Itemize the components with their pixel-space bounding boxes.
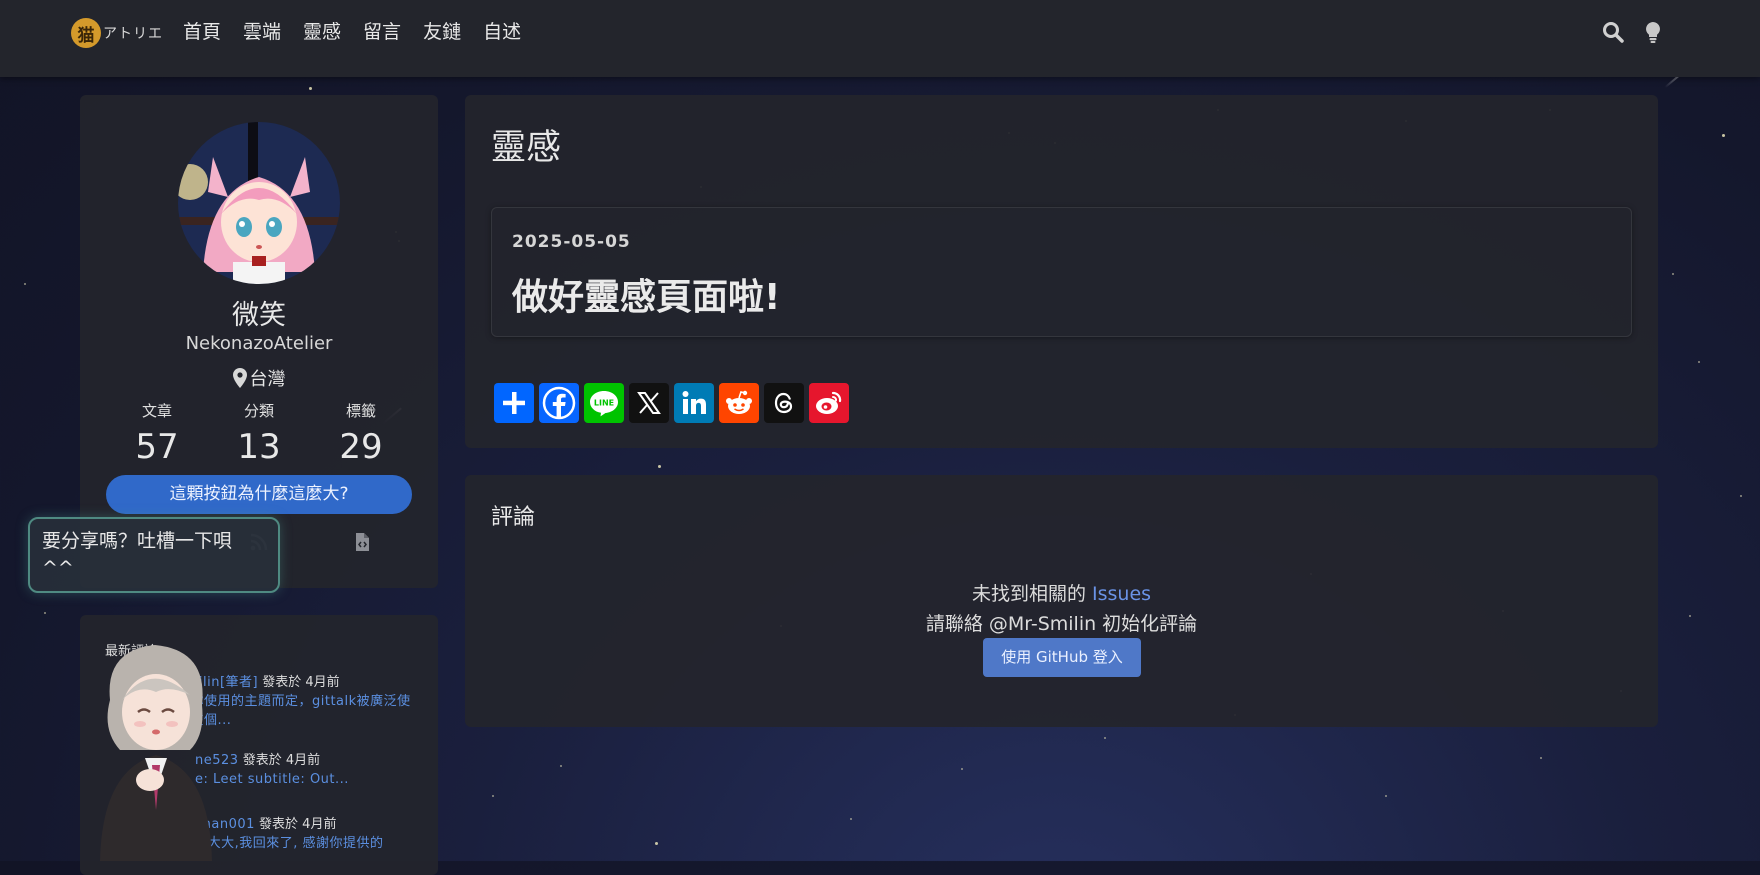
profile-card: 微笑 NekonazoAtelier 台灣 文章 57 分類 13 標籤 29 … xyxy=(80,95,438,588)
no-issues-message: 未找到相關的 Issues xyxy=(465,579,1658,606)
no-issues-text: 未找到相關的 xyxy=(971,583,1092,605)
share-threads-button[interactable] xyxy=(764,383,804,423)
weibo-icon xyxy=(816,391,842,414)
mascot-character-icon[interactable] xyxy=(90,640,220,861)
code-file-icon[interactable] xyxy=(352,532,372,552)
threads-icon xyxy=(774,392,793,414)
search-icon[interactable] xyxy=(1601,20,1625,44)
svg-text:LINE: LINE xyxy=(594,399,614,408)
share-facebook-button[interactable] xyxy=(539,383,579,423)
top-navbar: 猫 アトリエ 首頁 雲端 靈感 留言 友鏈 自述 xyxy=(0,0,1760,77)
reddit-icon xyxy=(726,390,752,414)
share-reddit-button[interactable] xyxy=(719,383,759,423)
big-profile-button[interactable]: 這顆按鈕為什麼這麼大? xyxy=(106,475,412,514)
lightbulb-icon[interactable] xyxy=(1641,20,1665,44)
main-menu: 首頁 雲端 靈感 留言 友鏈 自述 xyxy=(183,18,543,46)
avatar xyxy=(178,122,340,284)
page-title: 靈感 xyxy=(491,128,562,168)
comment-meta: 發表於 4月前 xyxy=(258,675,340,690)
share-line-button[interactable]: LINE xyxy=(584,383,624,423)
nav-item-friends[interactable]: 友鏈 xyxy=(423,18,461,46)
comments-title: 評論 xyxy=(491,505,536,530)
profile-location: 台灣 xyxy=(80,365,438,391)
plus-icon xyxy=(503,392,525,414)
stat-articles[interactable]: 文章 57 xyxy=(107,400,207,467)
stat-tags[interactable]: 標籤 29 xyxy=(311,400,411,467)
site-logo[interactable]: 猫 アトリエ xyxy=(71,18,163,48)
mascot-speech-bubble: 要分享嗎？吐槽一下唄 ^^ xyxy=(28,517,280,593)
location-text: 台灣 xyxy=(249,369,286,390)
nav-item-guestbook[interactable]: 留言 xyxy=(363,18,401,46)
stat-label: 分類 xyxy=(243,402,274,420)
share-add-button[interactable] xyxy=(494,383,534,423)
share-x-button[interactable] xyxy=(629,383,669,423)
post-card[interactable]: 2025-05-05 做好靈感頁面啦! xyxy=(491,207,1632,337)
contact-init-message: 請聯絡 @Mr-Smilin 初始化評論 xyxy=(925,613,1198,635)
location-pin-icon xyxy=(232,368,247,388)
facebook-icon xyxy=(542,386,576,420)
nav-item-inspiration[interactable]: 靈感 xyxy=(303,18,341,46)
share-weibo-button[interactable] xyxy=(809,383,849,423)
comments-card: 評論 未找到相關的 Issues 請聯絡 @Mr-Smilin 初始化評論 使用… xyxy=(465,475,1658,727)
stat-label: 文章 xyxy=(141,402,172,420)
nav-item-home[interactable]: 首頁 xyxy=(183,18,221,46)
stat-label: 標籤 xyxy=(345,402,376,420)
stat-value: 13 xyxy=(237,427,281,467)
stat-categories[interactable]: 分類 13 xyxy=(209,400,309,467)
github-login-button[interactable]: 使用 GitHub 登入 xyxy=(983,638,1141,677)
share-linkedin-button[interactable] xyxy=(674,383,714,423)
post-date: 2025-05-05 xyxy=(512,232,631,252)
profile-name: 微笑 xyxy=(232,300,286,331)
comment-meta: 發表於 4月前 xyxy=(254,817,337,832)
article-card: 靈感 2025-05-05 做好靈感頁面啦! LINE xyxy=(465,95,1658,448)
cat-logo-icon: 猫 xyxy=(71,18,101,48)
share-buttons: LINE xyxy=(494,383,854,423)
linkedin-icon xyxy=(682,391,706,414)
line-icon: LINE xyxy=(590,391,618,417)
site-name: アトリエ xyxy=(103,26,163,42)
comment-meta: 發表於 4月前 xyxy=(238,753,321,768)
nav-item-about[interactable]: 自述 xyxy=(483,18,521,46)
stat-value: 29 xyxy=(339,427,383,467)
profile-handle: NekonazoAtelier xyxy=(185,333,333,354)
nav-item-cloud[interactable]: 雲端 xyxy=(243,18,281,46)
post-title[interactable]: 做好靈感頁面啦! xyxy=(512,268,780,320)
stat-value: 57 xyxy=(135,427,179,467)
x-icon xyxy=(637,392,661,414)
issues-link[interactable]: Issues xyxy=(1092,583,1151,605)
catgirl-avatar-icon xyxy=(178,122,340,284)
